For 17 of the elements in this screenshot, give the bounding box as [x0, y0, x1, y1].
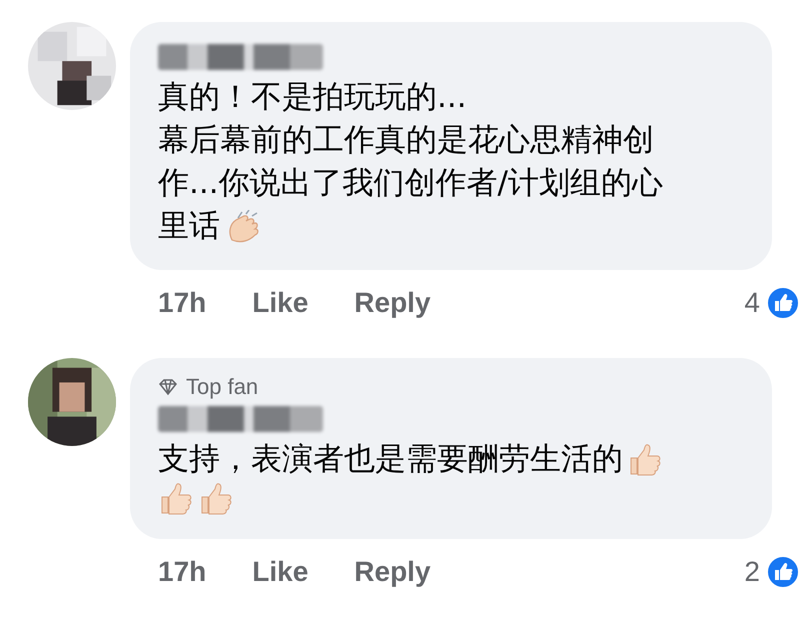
comment-text: 里话	[158, 207, 220, 246]
like-link[interactable]: Like	[252, 556, 308, 588]
timestamp: 17h	[158, 556, 206, 588]
reply-link[interactable]: Reply	[354, 556, 431, 588]
like-reaction-icon	[766, 286, 800, 320]
diamond-icon	[158, 378, 178, 396]
reaction-count: 4	[744, 287, 760, 319]
top-fan-label: Top fan	[186, 374, 258, 400]
comment-text: 幕后幕前的工作真的是花心思精神创	[158, 121, 654, 160]
like-reaction-icon	[766, 555, 800, 589]
like-link[interactable]: Like	[252, 287, 308, 319]
timestamp: 17h	[158, 287, 206, 319]
comment-text: 作...你说出了我们创作者/计划组的心	[158, 164, 664, 203]
reaction-count: 2	[744, 556, 760, 588]
comment-text: 真的！不是拍玩玩的...	[158, 78, 467, 117]
comment-text: 支持，表演者也是需要酬劳生活的	[158, 440, 623, 479]
reply-link[interactable]: Reply	[354, 287, 431, 319]
